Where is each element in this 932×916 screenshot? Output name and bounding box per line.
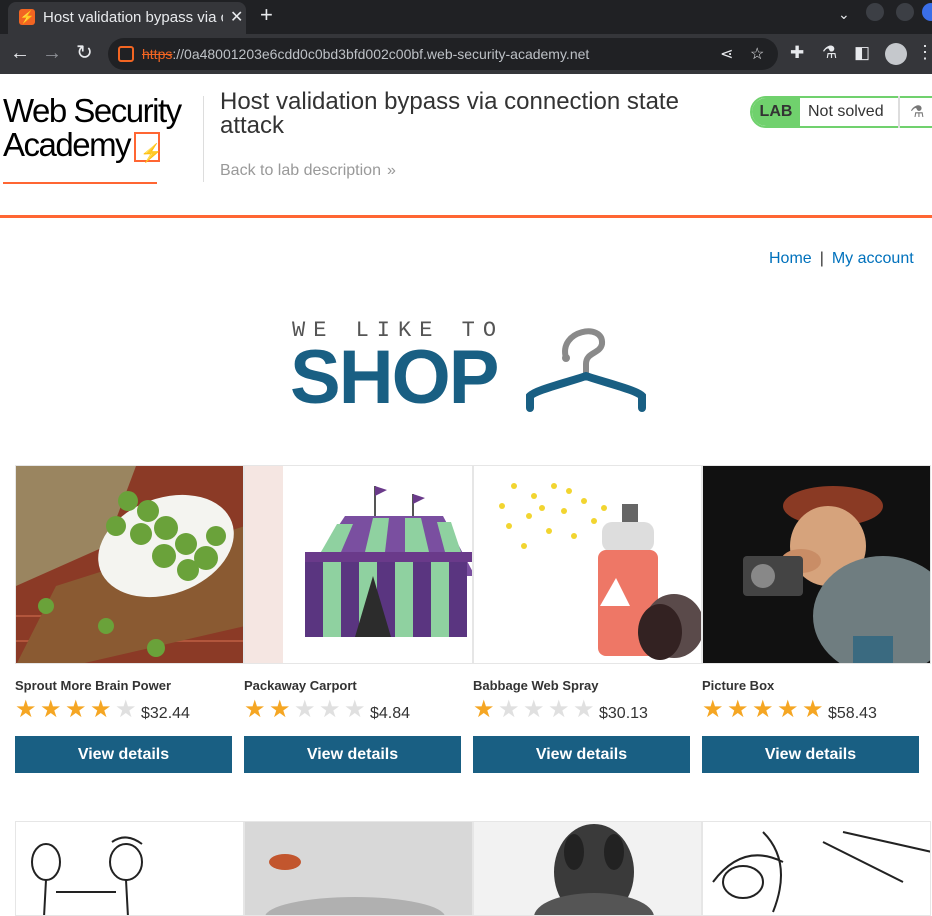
close-tab-icon[interactable]: ✕ [230,7,243,27]
star-filled-icon: ★ [244,696,266,723]
url-host: ://0a48001203e6cdd0c0bd3bfd002c00bf.web-… [172,46,590,62]
product-image-sprouts[interactable] [15,465,244,664]
rating-stars: ★ ★ ★ ★ ★ [473,696,598,723]
window-close-button[interactable] [922,3,932,21]
shop-banner: WE LIKE TO SHOP [290,318,650,418]
flask-icon: ⚗ [910,104,925,121]
view-details-button[interactable]: View details [702,736,919,773]
window-minimize-button[interactable] [866,3,884,21]
star-empty-icon: ★ [548,696,570,723]
star-filled-icon: ★ [473,696,495,723]
logo-bolt-icon [134,132,161,170]
browser-toolbar: ← → ↻ https://0a48001203e6cdd0c0bd3bfd00… [0,34,932,74]
forward-arrow-icon[interactable]: → [42,42,62,64]
logo-underline [3,182,157,184]
bookmark-star-icon[interactable]: ☆ [750,44,764,64]
my-account-link[interactable]: My account [832,250,914,267]
header-divider [203,96,204,182]
star-filled-icon: ★ [702,696,724,723]
product-image-carport[interactable] [244,465,473,664]
new-tab-icon[interactable]: + [260,2,273,28]
extensions-puzzle-icon[interactable]: ✚ [790,43,804,63]
star-filled-icon: ★ [802,696,824,723]
side-panel-icon[interactable]: ◧ [854,43,870,63]
view-details-button[interactable]: View details [15,736,232,773]
view-details-button[interactable]: View details [244,736,461,773]
share-icon[interactable]: ⋖ [720,44,733,64]
star-filled-icon: ★ [777,696,799,723]
product-name: Sprout More Brain Power [15,678,172,693]
back-arrow-icon[interactable]: ← [10,42,30,64]
browser-menu-icon[interactable]: ⋮ [916,42,932,63]
product-image-gray[interactable] [244,821,473,916]
star-empty-icon: ★ [344,696,366,723]
lab-status-text: Not solved [808,103,884,120]
academy-logo[interactable]: Web Security Academy [3,92,203,184]
back-link-label: Back to lab description [220,162,381,179]
product-name: Babbage Web Spray [473,678,599,693]
academy-header: Web Security Academy Host validation byp… [0,74,932,218]
browser-tab-bar: ⚡ Host validation bypass via connection … [0,0,932,34]
tab-search-chevron-icon[interactable]: ⌄ [838,6,850,23]
url-text[interactable]: https://0a48001203e6cdd0c0bd3bfd002c00bf… [142,46,589,62]
star-filled-icon: ★ [269,696,291,723]
home-link[interactable]: Home [769,250,812,267]
rating-stars: ★ ★ ★ ★ ★ [15,696,140,723]
star-empty-icon: ★ [498,696,520,723]
flask-box: ⚗ [898,96,932,128]
window-maximize-button[interactable] [896,3,914,21]
product-name: Packaway Carport [244,678,357,693]
double-chevron-right-icon: » [386,162,396,179]
top-nav: Home | My account [769,250,914,268]
star-filled-icon: ★ [15,696,37,723]
rating-stars: ★ ★ ★ ★ ★ [702,696,827,723]
reload-icon[interactable]: ↻ [76,42,93,64]
product-price: $58.43 [828,705,877,722]
product-price: $4.84 [370,705,411,722]
product-image-sketch[interactable] [15,821,244,916]
tab-title: Host validation bypass via connection st… [43,9,223,26]
star-filled-icon: ★ [752,696,774,723]
star-empty-icon: ★ [294,696,316,723]
star-empty-icon: ★ [115,696,137,723]
address-bar[interactable]: https://0a48001203e6cdd0c0bd3bfd002c00bf… [108,38,778,70]
hanger-icon [526,328,646,412]
product-image-picture-box[interactable] [702,465,931,664]
profile-avatar[interactable] [885,43,907,65]
nav-separator: | [819,250,824,267]
lab-badge: LAB [752,98,800,126]
star-empty-icon: ★ [573,696,595,723]
star-filled-icon: ★ [90,696,112,723]
product-image-spray[interactable] [473,465,702,664]
logo-line2: Academy [3,126,132,163]
banner-title: SHOP [290,335,499,420]
star-filled-icon: ★ [727,696,749,723]
star-empty-icon: ★ [523,696,545,723]
star-empty-icon: ★ [319,696,341,723]
labs-flask-icon[interactable]: ⚗ [822,43,837,63]
browser-tab[interactable]: ⚡ Host validation bypass via connection … [8,2,246,34]
product-image-drawing[interactable] [702,821,931,916]
logo-line1: Web Security [3,92,182,129]
product-price: $32.44 [141,705,190,722]
lab-status-widget: LAB Not solved ⚗ [750,96,932,128]
rating-stars: ★ ★ ★ ★ ★ [244,696,369,723]
url-scheme: https [142,46,173,62]
product-price: $30.13 [599,705,648,722]
back-to-description-link[interactable]: Back to lab description » [220,162,396,180]
product-image-dog[interactable] [473,821,702,916]
product-name: Picture Box [702,678,775,693]
star-filled-icon: ★ [40,696,62,723]
lab-title: Host validation bypass via connection st… [220,88,679,139]
not-secure-icon[interactable] [118,46,134,62]
favicon-icon: ⚡ [19,9,35,25]
star-filled-icon: ★ [65,696,87,723]
view-details-button[interactable]: View details [473,736,690,773]
